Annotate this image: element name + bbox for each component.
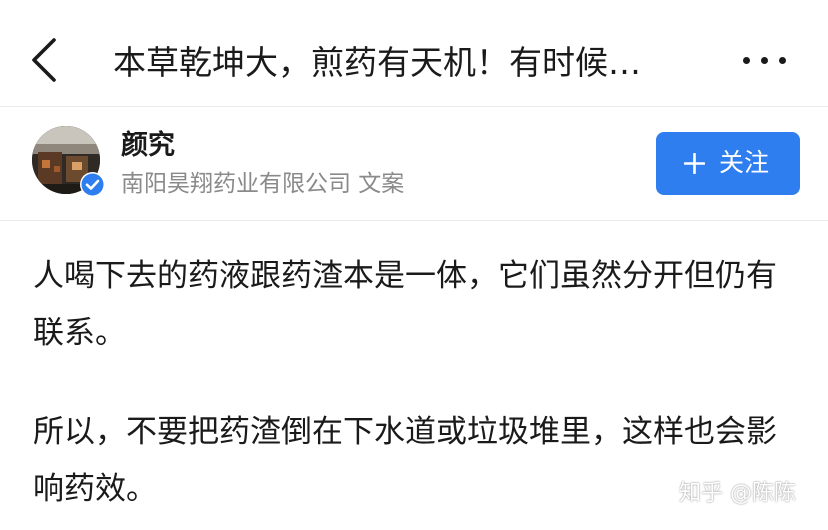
verified-check-icon bbox=[80, 172, 105, 197]
author-description: 南阳昊翔药业有限公司 文案 bbox=[121, 171, 405, 197]
content-paragraph: 人喝下去的药液跟药渣本是一体，它们虽然分开但仍有联系。 bbox=[33, 258, 777, 351]
follow-button[interactable]: 关注 bbox=[656, 132, 800, 195]
top-bar: 本草乾坤大，煎药有天机！有时候… bbox=[0, 0, 828, 106]
page-title: 本草乾坤大，煎药有天机！有时候… bbox=[113, 43, 641, 82]
more-horizontal-icon[interactable] bbox=[740, 48, 790, 72]
plus-icon bbox=[683, 152, 706, 175]
chevron-left-icon[interactable] bbox=[26, 36, 66, 84]
follow-label: 关注 bbox=[719, 148, 770, 177]
header-divider bbox=[0, 106, 828, 107]
author-name[interactable]: 颜究 bbox=[121, 128, 175, 164]
watermark: 知乎 @陈陈 bbox=[679, 481, 796, 506]
author-divider bbox=[0, 220, 828, 221]
